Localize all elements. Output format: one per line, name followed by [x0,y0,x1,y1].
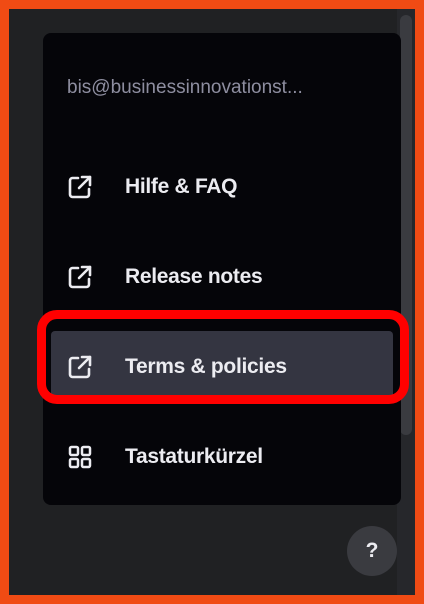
external-link-icon [65,172,95,202]
menu-item-label: Release notes [125,265,263,288]
external-link-icon [65,352,95,382]
screenshot-frame: bis@businessinnovationst... Hilfe & FAQ … [0,0,424,604]
grid-icon [65,442,95,472]
menu-item-label: Hilfe & FAQ [125,175,238,198]
scrollbar-thumb[interactable] [400,15,412,435]
menu-item-release-notes[interactable]: Release notes [43,241,401,313]
external-link-icon [65,262,95,292]
help-button[interactable]: ? [347,526,397,576]
account-email: bis@businessinnovationst... [67,78,303,97]
menu-item-label: Tastaturkürzel [125,445,263,468]
menu-item-terms-policies[interactable]: Terms & policies [51,331,393,403]
menu-item-keyboard-shortcuts[interactable]: Tastaturkürzel [43,421,401,493]
menu-item-label: Terms & policies [125,355,287,378]
menu-item-help-faq[interactable]: Hilfe & FAQ [43,151,401,223]
account-menu: bis@businessinnovationst... Hilfe & FAQ … [43,33,401,505]
